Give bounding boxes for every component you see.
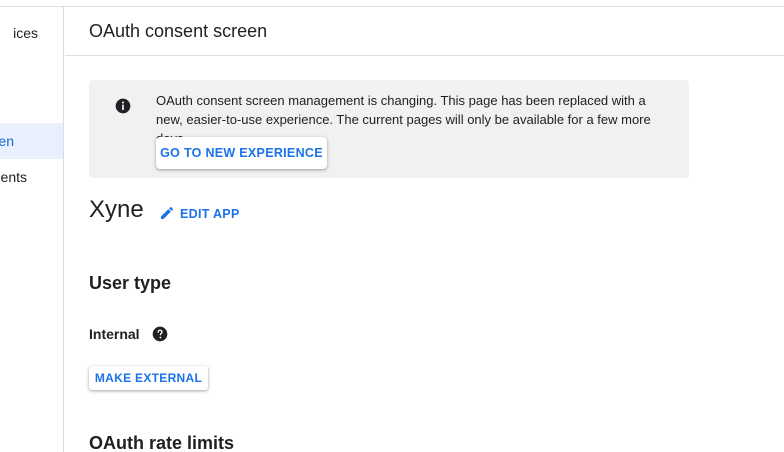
sidebar-item-label: ices	[13, 25, 38, 41]
oauth-rate-limits-heading: OAuth rate limits	[89, 433, 235, 452]
oauth-consent-page: ices en ents OAuth consent screen OAuth …	[0, 0, 784, 452]
user-type-value-row: Internal	[89, 324, 168, 344]
info-banner: OAuth consent screen management is chang…	[89, 80, 689, 178]
sidebar-item-services[interactable]: ices	[0, 15, 63, 51]
go-to-new-experience-button[interactable]: GO TO NEW EXPERIENCE	[156, 137, 327, 169]
page-title: OAuth consent screen	[89, 21, 268, 41]
user-type-heading: User type	[89, 273, 172, 293]
app-name: Xyne	[89, 196, 144, 223]
sidebar-item-clients[interactable]: ents	[0, 159, 63, 195]
pencil-icon	[159, 205, 175, 224]
help-icon[interactable]	[152, 326, 168, 342]
edit-app-button[interactable]: EDIT APP	[159, 203, 240, 225]
sidebar-item-oauth-consent-screen[interactable]: en	[0, 123, 63, 159]
sidebar: ices en ents	[0, 7, 64, 452]
sidebar-item-label: en	[0, 133, 14, 149]
info-icon	[115, 98, 131, 114]
page-header: OAuth consent screen	[65, 7, 784, 56]
make-external-button[interactable]: MAKE EXTERNAL	[89, 366, 208, 390]
user-type-value: Internal	[89, 326, 140, 342]
edit-app-label: EDIT APP	[180, 207, 240, 221]
sidebar-item-label: ents	[0, 169, 27, 185]
